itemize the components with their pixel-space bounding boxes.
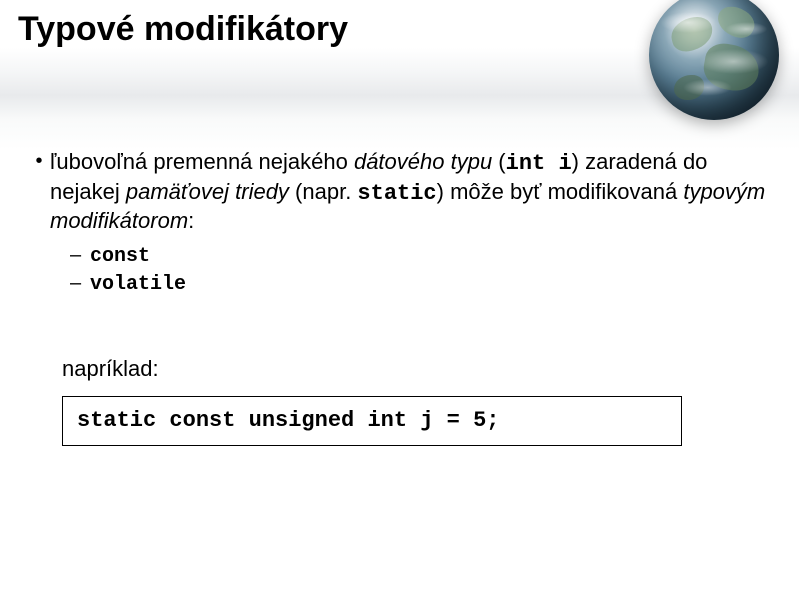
text-italic: pamäťovej triedy bbox=[126, 179, 289, 204]
text-segment: : bbox=[188, 208, 194, 233]
dash-marker: – bbox=[70, 243, 90, 268]
bullet-marker: • bbox=[28, 148, 50, 174]
slide: Typové modifikátory • ľubovoľná premenná… bbox=[0, 0, 799, 598]
sub-item-code: const bbox=[90, 244, 150, 269]
sub-item-code: volatile bbox=[90, 272, 186, 297]
sub-list-item: – volatile bbox=[70, 271, 771, 297]
dash-marker: – bbox=[70, 271, 90, 296]
slide-title: Typové modifikátory bbox=[18, 10, 348, 49]
globe-icon bbox=[649, 0, 779, 120]
example-label: napríklad: bbox=[62, 355, 771, 383]
slide-content: • ľubovoľná premenná nejakého dátového t… bbox=[28, 148, 771, 446]
text-italic: dátového typu bbox=[354, 149, 492, 174]
text-segment: (napr. bbox=[289, 179, 357, 204]
text-segment: ľubovoľná premenná nejakého bbox=[50, 149, 354, 174]
bullet-item: • ľubovoľná premenná nejakého dátového t… bbox=[28, 148, 771, 235]
sub-list: – const – volatile bbox=[70, 243, 771, 297]
code-example-box: static const unsigned int j = 5; bbox=[62, 396, 682, 446]
sub-list-item: – const bbox=[70, 243, 771, 269]
text-code: static bbox=[357, 181, 436, 206]
text-segment: ( bbox=[492, 149, 505, 174]
text-segment: ) môže byť modifikovaná bbox=[437, 179, 684, 204]
bullet-text: ľubovoľná premenná nejakého dátového typ… bbox=[50, 148, 771, 235]
text-code: int i bbox=[506, 151, 572, 176]
